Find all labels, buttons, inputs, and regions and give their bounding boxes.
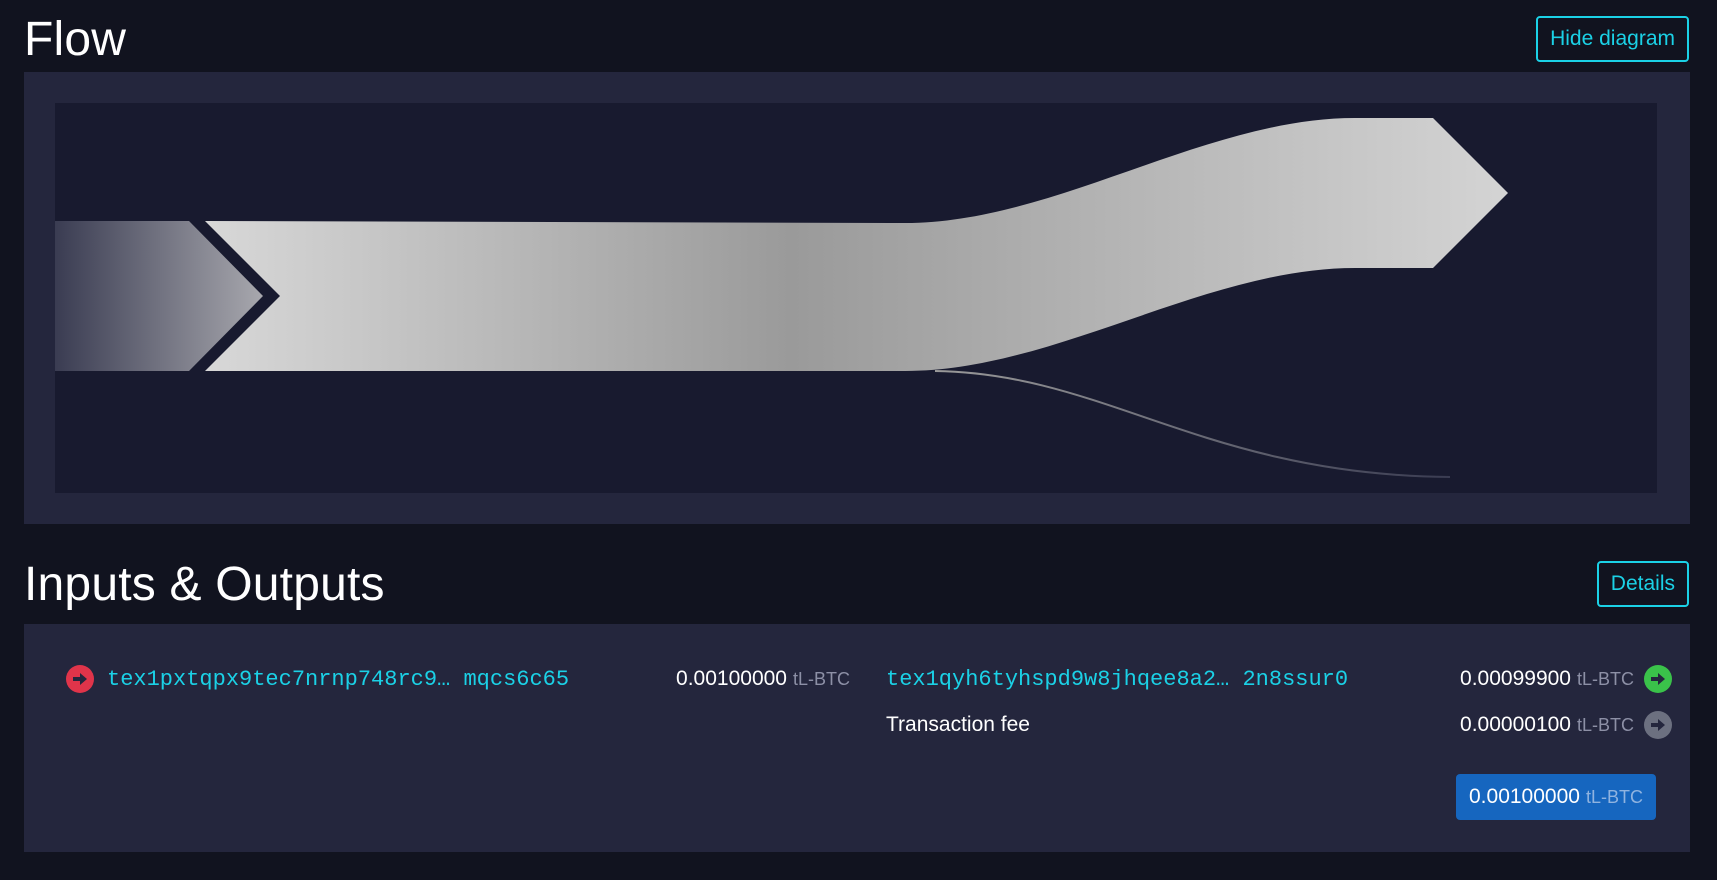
total-amount-unit: tL-BTC	[1585, 786, 1643, 807]
output-amount-unit: tL-BTC	[1576, 668, 1634, 689]
arrow-right-green-icon[interactable]	[1644, 665, 1672, 693]
input-address-link[interactable]: tex1pxtqpx9tec7nrnp748rc9… mqcs6c65	[107, 667, 569, 692]
flow-fee-band[interactable]	[934, 370, 1451, 478]
io-header: Inputs & Outputs Details	[24, 556, 1689, 612]
input-amount-unit: tL-BTC	[792, 668, 850, 689]
flow-diagram-canvas	[55, 103, 1657, 493]
input-amount-value: 0.00100000	[676, 667, 787, 690]
fee-amount-unit: tL-BTC	[1576, 714, 1634, 735]
hide-diagram-button[interactable]: Hide diagram	[1536, 16, 1689, 62]
io-title: Inputs & Outputs	[24, 557, 385, 611]
fee-amount-value: 0.00000100	[1460, 713, 1571, 736]
output-amount-value: 0.00099900	[1460, 667, 1571, 690]
flow-main-band[interactable]	[205, 118, 1508, 371]
output-row: tex1qyh6tyhspd9w8jhqee8a2… 2n8ssur0 0.00…	[886, 662, 1678, 696]
flow-diagram-svg	[55, 118, 1508, 478]
arrow-right-gray-icon	[1644, 711, 1672, 739]
output-amount: 0.00099900 tL-BTC	[1460, 662, 1634, 696]
fee-amount: 0.00000100 tL-BTC	[1460, 708, 1634, 742]
total-amount-value: 0.00100000	[1469, 785, 1580, 808]
flow-header: Flow Hide diagram	[24, 12, 1689, 66]
input-amount: 0.00100000 tL-BTC	[676, 662, 850, 696]
arrow-right-red-icon[interactable]	[66, 665, 94, 693]
io-panel: tex1pxtqpx9tec7nrnp748rc9… mqcs6c65 0.00…	[24, 624, 1690, 852]
flow-diagram-panel	[24, 72, 1690, 524]
total-badge: 0.00100000 tL-BTC	[1456, 774, 1656, 820]
flow-title: Flow	[24, 12, 127, 66]
fee-label: Transaction fee	[886, 713, 1030, 736]
fee-row: Transaction fee 0.00000100 tL-BTC	[886, 708, 1678, 742]
output-address-link[interactable]: tex1qyh6tyhspd9w8jhqee8a2… 2n8ssur0	[886, 667, 1348, 692]
input-row: tex1pxtqpx9tec7nrnp748rc9… mqcs6c65 0.00…	[66, 662, 866, 696]
details-button[interactable]: Details	[1596, 561, 1689, 607]
